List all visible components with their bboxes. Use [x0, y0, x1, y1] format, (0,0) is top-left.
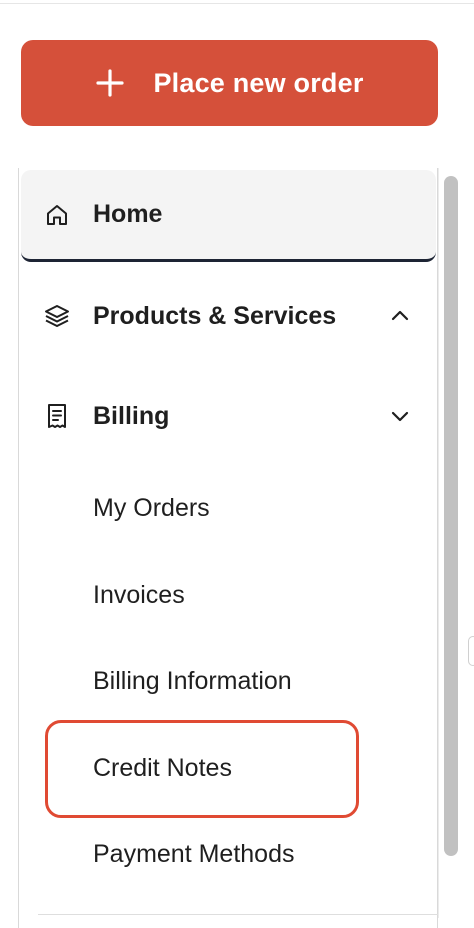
receipt-icon	[48, 404, 66, 428]
plus-icon	[96, 69, 125, 97]
sidebar-subitem-credit-notes[interactable]: Credit Notes	[93, 754, 232, 783]
scroll-edge-handle	[468, 636, 474, 666]
place-new-order-label: Place new order	[153, 67, 364, 98]
sidebar-item-home-label: Home	[93, 200, 163, 228]
layers-icon	[45, 305, 69, 327]
sidebar-item-products-services-label: Products & Services	[93, 301, 337, 330]
scrollbar-thumb[interactable]	[444, 176, 458, 856]
sidebar-item-products-services[interactable]: Products & Services	[21, 270, 436, 362]
sidebar-item-billing[interactable]: Billing	[21, 370, 436, 462]
bottom-divider	[38, 914, 438, 918]
sidebar-subitem-billing-information[interactable]: Billing Information	[93, 667, 292, 696]
sidebar-subitem-my-orders[interactable]: My Orders	[93, 494, 210, 523]
chevron-up-icon[interactable]	[389, 305, 411, 327]
sidebar-item-home[interactable]: Home	[21, 170, 436, 262]
chevron-down-icon[interactable]	[389, 405, 411, 427]
sidebar-subitem-invoices[interactable]: Invoices	[93, 581, 185, 610]
sidebar-item-billing-label: Billing	[93, 401, 170, 430]
sidebar-subitem-payment-methods[interactable]: Payment Methods	[93, 840, 295, 869]
top-divider	[0, 0, 474, 4]
home-icon	[47, 204, 67, 225]
place-new-order-button[interactable]: Place new order	[21, 40, 438, 126]
